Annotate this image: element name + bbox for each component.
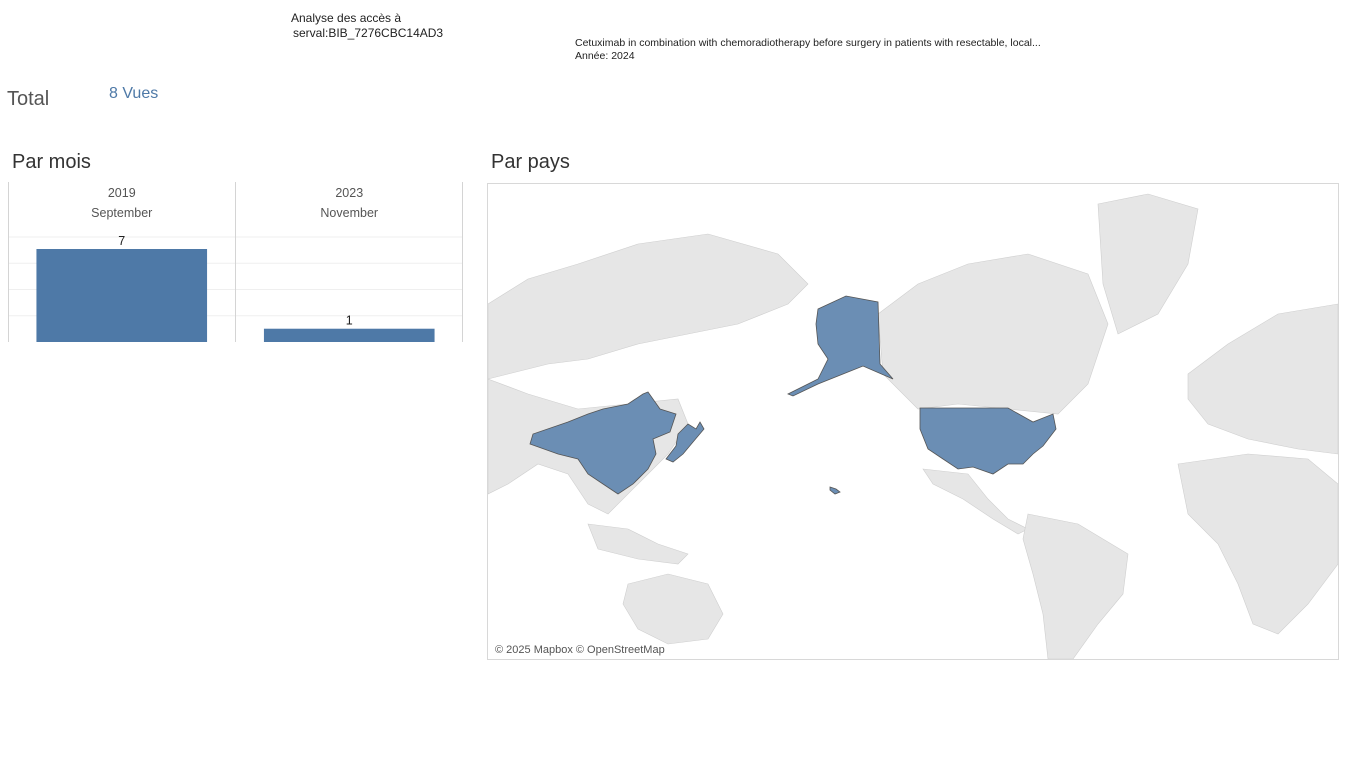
chart-value-label: 1 [346, 314, 353, 328]
chart-value-label: 7 [118, 234, 125, 248]
country-map[interactable]: © 2025 Mapbox © OpenStreetMap [487, 183, 1339, 660]
month-bar-chart[interactable]: 2019 September 7 2023 November 1 [8, 182, 463, 344]
chart-bar[interactable] [36, 249, 208, 342]
map-attribution[interactable]: © 2025 Mapbox © OpenStreetMap [495, 644, 665, 656]
page-title: Analyse des accès à serval:BIB_7276CBC14… [291, 11, 443, 41]
page-title-line1: Analyse des accès à [291, 11, 402, 25]
publication-title: Cetuximab in combination with chemoradio… [575, 37, 1041, 49]
total-label: Total [7, 88, 50, 110]
total-views-value: 8 Vues [109, 85, 159, 102]
chart-month-label: November [320, 206, 378, 220]
page-title-line2: serval:BIB_7276CBC14AD3 [293, 26, 444, 40]
publication-year: Année: 2024 [575, 50, 635, 62]
publication-info: Cetuximab in combination with chemoradio… [575, 37, 1041, 63]
world-map-svg[interactable] [488, 184, 1338, 659]
chart-month-label: September [91, 206, 152, 220]
by-month-title: Par mois [12, 151, 91, 173]
by-country-title: Par pays [491, 151, 570, 173]
chart-year-label: 2023 [335, 186, 363, 200]
chart-bar[interactable] [263, 328, 435, 342]
chart-year-label: 2019 [108, 186, 136, 200]
